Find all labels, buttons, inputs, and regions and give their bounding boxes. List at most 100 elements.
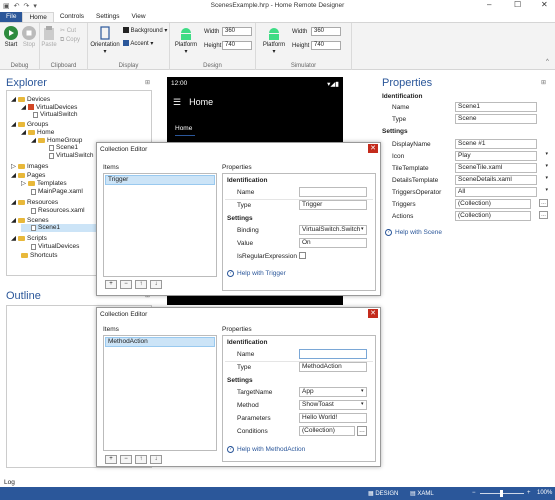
move-down-button[interactable]: ↓ bbox=[150, 280, 162, 289]
chevron-down-icon[interactable]: ▾ bbox=[361, 401, 364, 407]
simulator-height-field[interactable]: 740 bbox=[311, 41, 341, 50]
explorer-pin-icon[interactable]: ⊞ bbox=[145, 79, 150, 86]
zoom-in-button[interactable]: + bbox=[527, 490, 531, 496]
chevron-down-icon[interactable]: ▾ bbox=[361, 226, 364, 232]
tab-settings[interactable]: Settings bbox=[90, 12, 126, 22]
move-up-button[interactable]: ↑ bbox=[135, 455, 147, 464]
design-width-field[interactable]: 360 bbox=[222, 27, 252, 36]
prop-icon-select[interactable]: Play bbox=[455, 151, 537, 161]
tab-controls[interactable]: Controls bbox=[54, 12, 90, 22]
tree-item-home[interactable]: ◢ Home bbox=[21, 128, 54, 137]
design-icon: ▦ bbox=[368, 491, 374, 497]
chevron-down-icon[interactable]: ▾ bbox=[545, 187, 548, 193]
simulator-platform-button[interactable]: Platform ▾ bbox=[260, 26, 288, 55]
design-platform-button[interactable]: Platform ▾ bbox=[172, 26, 200, 55]
actions-ellipsis-button[interactable]: … bbox=[539, 211, 548, 219]
triggers-ellipsis-button[interactable]: … bbox=[539, 199, 548, 207]
tree-item-scenes[interactable]: ◢ Scenes bbox=[11, 216, 49, 225]
tree-item-group-scene1[interactable]: Scene1 bbox=[49, 144, 78, 151]
chevron-down-icon[interactable]: ▾ bbox=[545, 151, 548, 157]
copy-button[interactable]: ⧉ Copy bbox=[60, 37, 80, 44]
start-button[interactable]: Start bbox=[3, 26, 19, 48]
tree-item-pages[interactable]: ◢ Pages bbox=[11, 171, 45, 180]
add-button[interactable]: + bbox=[105, 280, 117, 289]
regex-checkbox[interactable] bbox=[299, 252, 306, 259]
move-down-button[interactable]: ↓ bbox=[150, 455, 162, 464]
method-select[interactable]: ShowToast bbox=[299, 400, 367, 410]
close-button[interactable]: ✕ bbox=[541, 0, 548, 9]
prop-triggersoperator-select[interactable]: All bbox=[455, 187, 537, 197]
conditions-ellipsis-button[interactable]: … bbox=[357, 426, 367, 436]
tree-item-homegroup[interactable]: ◢ HomeGroup bbox=[31, 136, 82, 145]
chevron-down-icon[interactable]: ▾ bbox=[545, 163, 548, 169]
tree-item-scripts-virtualdevices[interactable]: VirtualDevices bbox=[31, 243, 79, 250]
binding-select[interactable]: VirtualSwitch.Switch bbox=[299, 225, 367, 235]
remove-button[interactable]: − bbox=[120, 280, 132, 289]
help-scene-link[interactable]: ? Help with Scene bbox=[385, 229, 442, 236]
move-up-button[interactable]: ↑ bbox=[135, 280, 147, 289]
tab-file[interactable]: File bbox=[0, 12, 23, 22]
simulator-height-label: Height bbox=[292, 43, 310, 49]
maximize-button[interactable]: ☐ bbox=[514, 0, 521, 9]
tree-item-resources[interactable]: ◢ Resources bbox=[11, 198, 58, 207]
zoom-slider-thumb[interactable] bbox=[500, 490, 503, 497]
prop-detailstemplate-select[interactable]: SceneDetails.xaml bbox=[455, 175, 537, 185]
tree-item-mainpage[interactable]: MainPage.xaml bbox=[31, 188, 83, 195]
orientation-button[interactable]: Orientation ▾ bbox=[89, 26, 121, 55]
tree-item-devices[interactable]: ◢ Devices bbox=[11, 95, 50, 104]
design-view-button[interactable]: ▦ DESIGN bbox=[368, 490, 398, 497]
remove-button[interactable]: − bbox=[120, 455, 132, 464]
minimize-button[interactable]: – bbox=[487, 0, 491, 9]
tree-item-templates[interactable]: ▷ Templates bbox=[21, 179, 67, 188]
prop-displayname-field[interactable]: Scene #1 bbox=[455, 139, 537, 149]
phone-tab-home[interactable]: Home bbox=[175, 125, 192, 132]
tree-label: MainPage.xaml bbox=[38, 188, 83, 195]
folder-icon bbox=[18, 235, 25, 241]
zoom-out-button[interactable]: − bbox=[472, 490, 476, 496]
window-title: ScenesExample.hrp - Home Remote Designer bbox=[210, 2, 345, 9]
tree-item-groups[interactable]: ◢ Groups bbox=[11, 120, 48, 129]
targetname-label: TargetName bbox=[237, 389, 273, 396]
help-methodaction-link[interactable]: ? Help with MethodAction bbox=[227, 446, 305, 453]
dialog-close-button[interactable]: ✕ bbox=[368, 309, 378, 318]
tab-home[interactable]: Home bbox=[22, 12, 54, 22]
design-label: DESIGN bbox=[375, 491, 399, 497]
collapse-ribbon-icon[interactable]: ^ bbox=[546, 59, 549, 65]
add-button[interactable]: + bbox=[105, 455, 117, 464]
prop-tiletemplate-select[interactable]: SceneTile.xaml bbox=[455, 163, 537, 173]
prop-row-displayname: DisplayName Scene #1 bbox=[377, 139, 551, 150]
dialog-close-button[interactable]: ✕ bbox=[368, 144, 378, 153]
tree-item-scenes-scene1[interactable]: Scene1 bbox=[31, 224, 60, 231]
help-trigger-link[interactable]: ? Help with Trigger bbox=[227, 270, 286, 277]
parameters-field[interactable]: Hello World! bbox=[299, 413, 367, 423]
chevron-down-icon[interactable]: ▾ bbox=[361, 388, 364, 394]
tree-item-virtualswitch[interactable]: VirtualSwitch bbox=[33, 111, 77, 118]
chevron-down-icon[interactable]: ▾ bbox=[545, 175, 548, 181]
xaml-view-button[interactable]: ▤ XAML bbox=[410, 490, 434, 497]
design-height-field[interactable]: 740 bbox=[222, 41, 252, 50]
hamburger-icon[interactable]: ☰ bbox=[173, 97, 181, 108]
tree-item-images[interactable]: ▷ Images bbox=[11, 162, 48, 171]
tree-item-scripts[interactable]: ◢ Scripts bbox=[11, 234, 47, 243]
name-field[interactable] bbox=[299, 187, 367, 197]
simulator-width-field[interactable]: 360 bbox=[311, 27, 341, 36]
items-toolbar: + − ↑ ↓ bbox=[105, 280, 162, 289]
tab-view[interactable]: View bbox=[126, 12, 152, 22]
tree-item-resources-xaml[interactable]: Resources.xaml bbox=[31, 207, 85, 214]
properties-pin-icon[interactable]: ⊞ bbox=[541, 79, 546, 86]
value-field[interactable]: On bbox=[299, 238, 367, 248]
cut-button[interactable]: ✂ Cut bbox=[60, 27, 76, 34]
paste-button[interactable]: Paste bbox=[41, 26, 57, 48]
tree-item-group-virtualswitch[interactable]: VirtualSwitch bbox=[49, 152, 93, 159]
name-field[interactable] bbox=[299, 349, 367, 359]
list-item[interactable]: MethodAction bbox=[105, 337, 215, 347]
stop-button[interactable]: Stop bbox=[21, 26, 37, 48]
background-button[interactable]: Background ▾ bbox=[123, 27, 167, 34]
list-item[interactable]: Trigger bbox=[105, 175, 215, 185]
tree-item-virtualdevices[interactable]: ◢ VirtualDevices bbox=[21, 103, 77, 112]
tree-item-shortcuts[interactable]: Shortcuts bbox=[21, 252, 57, 259]
prop-name-field[interactable]: Scene1 bbox=[455, 102, 537, 112]
accent-button[interactable]: Accent ▾ bbox=[123, 40, 153, 47]
targetname-select[interactable]: App bbox=[299, 387, 367, 397]
log-tab[interactable]: Log bbox=[4, 479, 15, 486]
